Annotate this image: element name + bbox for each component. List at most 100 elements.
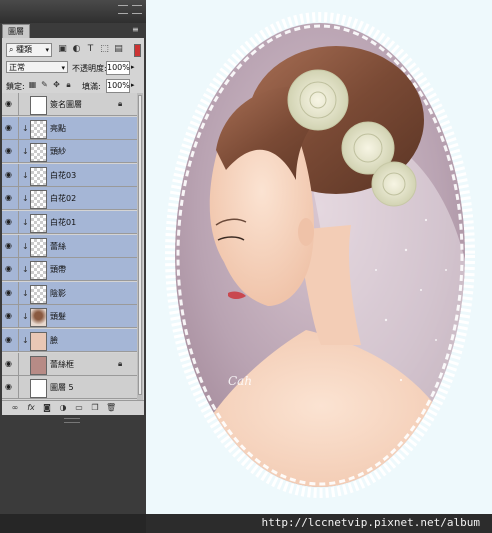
layer-thumbnail[interactable]: [30, 284, 47, 304]
new-layer-icon[interactable]: ❐: [90, 403, 100, 413]
eye-icon[interactable]: ◉: [5, 312, 15, 320]
filter-pixel-icon[interactable]: ▣: [58, 45, 67, 54]
fill-dropdown-icon[interactable]: ▸: [131, 81, 135, 89]
layer-thumbnail[interactable]: [30, 119, 47, 139]
layer-row[interactable]: ◉ 簽名圖層 🔒︎: [2, 93, 137, 116]
opacity-label: 不透明度:: [72, 64, 107, 73]
layer-row[interactable]: ◉ 圖層 5: [2, 376, 137, 400]
opacity-dropdown-icon[interactable]: ▸: [131, 63, 135, 71]
row-divider: [18, 116, 19, 140]
layers-scrollbar[interactable]: [137, 93, 143, 400]
filter-toggle[interactable]: [134, 44, 141, 57]
filter-kind-select[interactable]: ⌕ 種類 ▾: [6, 43, 52, 57]
eye-icon[interactable]: ◉: [5, 288, 15, 297]
link-icon[interactable]: ∞: [10, 403, 20, 413]
collapse-icon[interactable]: [118, 5, 128, 14]
layer-thumbnail[interactable]: [30, 379, 47, 399]
layer-name[interactable]: 圖層 5: [50, 382, 74, 393]
layer-name[interactable]: 蕾絲: [50, 241, 66, 252]
layer-row[interactable]: ◉ ↓ 亮點: [2, 116, 137, 140]
eye-icon[interactable]: ◉: [5, 336, 15, 344]
scrollbar-thumb[interactable]: [138, 95, 142, 395]
trash-icon[interactable]: 🗑︎: [106, 403, 116, 413]
clip-arrow-icon: ↓: [22, 218, 29, 227]
layer-name[interactable]: 白花01: [50, 217, 76, 228]
eye-icon[interactable]: ◉: [5, 383, 15, 391]
layer-row[interactable]: ◉ ↓ 陰影: [2, 281, 137, 305]
panel-menu-icon[interactable]: ≡: [132, 26, 142, 34]
ear: [298, 218, 314, 246]
eye-icon[interactable]: ◉: [5, 100, 15, 108]
layer-row[interactable]: ◉ ↓ 白花02: [2, 187, 137, 211]
eye-icon[interactable]: ◉: [5, 147, 15, 155]
fill-input[interactable]: 100%: [106, 79, 130, 93]
layer-thumbnail[interactable]: [30, 214, 47, 233]
layer-thumbnail[interactable]: [30, 355, 47, 375]
panel-bottom-toolbar: ∞ fx ◙ ◑ ▭ ❐ 🗑︎: [2, 400, 144, 415]
layer-thumbnail[interactable]: [30, 166, 47, 186]
tab-layers[interactable]: 圖層: [2, 24, 30, 38]
lock-icon: 🔒︎: [118, 99, 123, 108]
row-divider: [18, 281, 19, 305]
lock-image-icon[interactable]: ✎: [40, 80, 49, 89]
layer-name[interactable]: 簽名圖層: [50, 99, 82, 110]
layer-thumbnail[interactable]: [30, 190, 47, 210]
layer-name[interactable]: 臉: [50, 335, 58, 346]
layer-row[interactable]: ◉ ↓ 頭紗: [2, 140, 137, 164]
eye-icon[interactable]: ◉: [5, 241, 15, 250]
layer-name[interactable]: 頭帶: [50, 264, 66, 275]
layer-thumbnail[interactable]: [30, 96, 47, 115]
layer-thumbnail[interactable]: [30, 308, 47, 328]
lock-all-icon[interactable]: 🔒︎: [64, 80, 73, 89]
filter-type-icon[interactable]: T: [86, 45, 95, 54]
row-divider: [18, 140, 19, 164]
layer-name[interactable]: 白花03: [50, 170, 76, 181]
row-divider: [18, 187, 19, 211]
close-panel-icon[interactable]: [132, 5, 142, 14]
layer-name[interactable]: 陰影: [50, 288, 66, 299]
layer-row[interactable]: ◉ 蕾絲框 🔒︎: [2, 352, 137, 376]
layer-row[interactable]: ◉ ↓ 白花01: [2, 211, 137, 234]
panel-resize-grip[interactable]: [64, 418, 80, 423]
layer-row[interactable]: ◉ ↓ 頭帶: [2, 258, 137, 282]
layer-row[interactable]: ◉ ↓ 臉: [2, 329, 137, 352]
eye-icon[interactable]: ◉: [5, 170, 15, 179]
eye-icon[interactable]: ◉: [5, 218, 15, 226]
filter-kind-label: 種類: [16, 45, 33, 54]
filter-smart-object-icon[interactable]: ▤: [114, 45, 123, 54]
layer-row[interactable]: ◉ ↓ 白花03: [2, 163, 137, 187]
layer-name[interactable]: 亮點: [50, 123, 66, 134]
layer-name[interactable]: 白花02: [50, 193, 76, 204]
layer-thumbnail[interactable]: [30, 143, 47, 163]
row-divider: [18, 305, 19, 329]
layer-name[interactable]: 頭髮: [50, 311, 66, 322]
layer-name[interactable]: 頭紗: [50, 146, 66, 157]
layer-name[interactable]: 蕾絲框: [50, 359, 74, 370]
filter-shape-icon[interactable]: ⬚: [100, 45, 109, 54]
folder-icon[interactable]: ▭: [74, 403, 84, 413]
layer-thumbnail[interactable]: [30, 332, 47, 351]
eye-icon[interactable]: ◉: [5, 265, 15, 273]
opacity-input[interactable]: 100%: [106, 61, 130, 75]
fx-icon[interactable]: fx: [26, 403, 36, 413]
blend-mode-select[interactable]: 正常 ▾: [6, 61, 68, 73]
eye-icon[interactable]: ◉: [5, 194, 15, 202]
document-canvas[interactable]: Cah: [146, 0, 492, 514]
mask-icon[interactable]: ◙: [42, 403, 52, 413]
filter-adjustment-icon[interactable]: ◐: [72, 45, 81, 54]
eye-icon[interactable]: ◉: [5, 123, 15, 132]
eye-icon[interactable]: ◉: [5, 359, 15, 368]
row-divider: [18, 352, 19, 376]
layer-thumbnail[interactable]: [30, 261, 47, 281]
layer-row[interactable]: ◉ ↓ 頭髮: [2, 305, 137, 329]
lock-position-icon[interactable]: ✥: [52, 80, 61, 89]
lock-transparent-icon[interactable]: ▦: [28, 80, 37, 89]
adjustment-icon[interactable]: ◑: [58, 403, 68, 413]
lock-label: 鎖定:: [6, 82, 25, 91]
panel-title-bar[interactable]: [0, 0, 146, 23]
layer-thumbnail[interactable]: [30, 237, 47, 257]
clip-arrow-icon: ↓: [22, 265, 29, 275]
layer-row[interactable]: ◉ ↓ 蕾絲: [2, 234, 137, 258]
lock-icon: 🔒︎: [118, 358, 123, 368]
clip-arrow-icon: ↓: [22, 241, 29, 251]
